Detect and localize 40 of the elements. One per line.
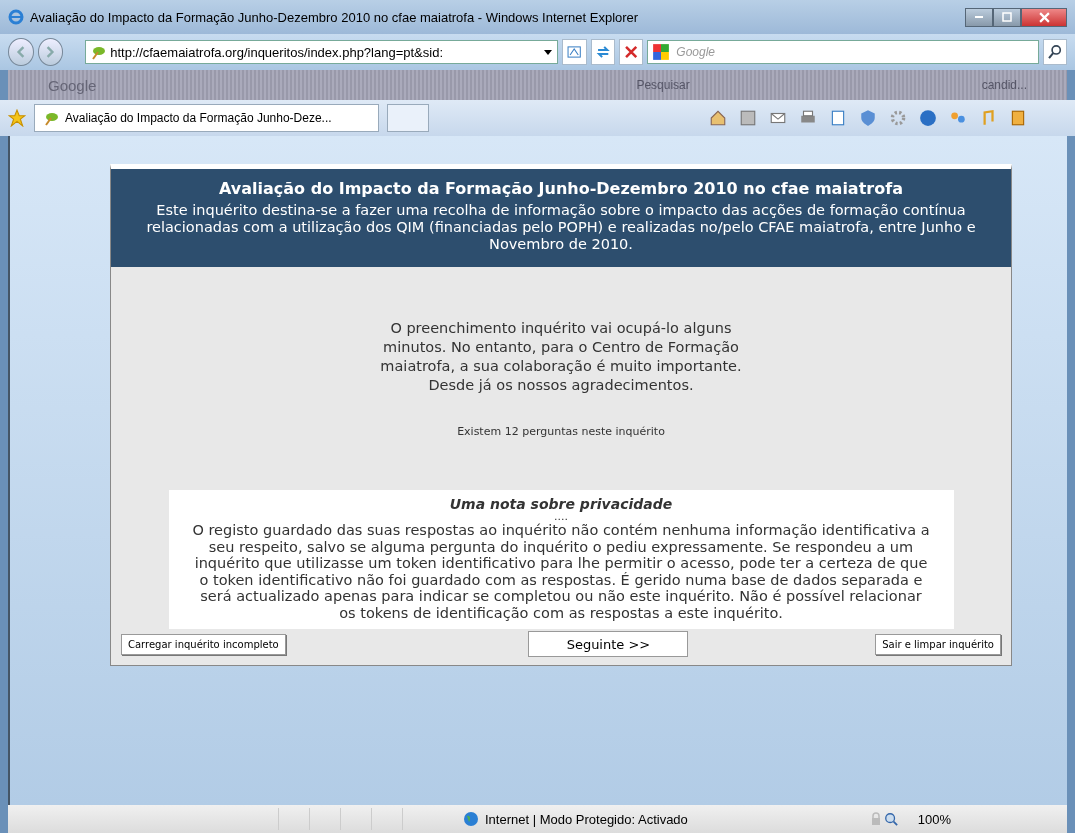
home-icon[interactable] — [709, 109, 727, 127]
shield-icon[interactable] — [859, 109, 877, 127]
form-button[interactable]: Sair e limpar inquérito — [875, 633, 1001, 655]
zoom-control[interactable]: 100% — [917, 811, 952, 827]
search-provider-icon — [652, 43, 671, 61]
security-zone: Internet | Modo Protegido: Activado — [485, 811, 688, 827]
survey-title: Avaliação do Impacto da Formação Junho-Dezembro 2010 no cfae maiatrofa — [218, 179, 904, 198]
leaf-icon — [90, 44, 107, 60]
star-icon[interactable] — [8, 109, 26, 127]
maximize-button[interactable] — [993, 7, 1021, 27]
leaf-icon — [43, 110, 59, 126]
minimize-icon — [975, 16, 983, 18]
browser-tab[interactable]: Avaliação do Impacto da Formação Junho-Deze... — [34, 104, 379, 132]
new-tab-button[interactable] — [387, 104, 429, 132]
maximize-icon — [1002, 12, 1012, 22]
page-icon[interactable] — [829, 109, 847, 127]
zoom-icon[interactable] — [883, 812, 898, 826]
forward-button[interactable] — [37, 38, 64, 66]
refresh-icon[interactable] — [590, 39, 615, 65]
stop-icon[interactable] — [618, 39, 644, 65]
survey-description: Este inquérito destina-se a fazer uma recolha de informação sobre o impacto das acções de formação contínua relacionadas com a utilização dos QIM (financiadas pelo POPH) e realizadas no/pelo CFAE maiatrofa, entre Junho e Novembro de 2010. — [145, 202, 977, 253]
question-count: Existem 12 perguntas neste inquérito — [456, 425, 666, 438]
welcome-text: O preenchimento inquérito vai ocupá-lo alguns minutos. No entanto, para o Centro de Formação maiatrofa, a sua colaboração é muito importante. Desde já os nossos agradecimentos. — [379, 319, 743, 395]
globe-icon — [463, 811, 479, 827]
back-button[interactable] — [8, 38, 34, 66]
privacy-title: Uma nota sobre privacidade — [448, 496, 674, 512]
form-button[interactable]: Carregar inquérito incompleto — [121, 633, 286, 655]
minimize-button[interactable] — [965, 7, 993, 27]
dropdown-caret-icon[interactable] — [543, 47, 554, 57]
browser-logo-icon — [8, 9, 24, 25]
window-title: Avaliação do Impacto da Formação Junho-Dezembro 2010 no cfae maiatrofa - Windows Internet Explorer — [30, 9, 640, 25]
next-button[interactable]: Seguinte >> — [528, 631, 689, 657]
compatibility-icon[interactable] — [562, 39, 587, 65]
close-icon — [1038, 11, 1050, 23]
search-icon[interactable] — [1042, 39, 1067, 65]
close-button[interactable] — [1021, 7, 1067, 27]
privacy-dots: .... — [553, 512, 569, 522]
gear-icon[interactable] — [889, 109, 907, 127]
privacy-text: O registo guardado das suas respostas ao inquérito não contém nenhuma informação identificativa a seu respeito, salvo se alguma pergunta do inquérito o pediu expressamente. Se respondeu a um inquérito que utilizasse um token identificativo para lhe permitir o acesso, pode ter a certeza de que o token identificativo não foi guardado com as respostas. É gerido numa base de dados separada e será actualizado apenas para indicar se completou ou não este inquérito. Não é possível relacionar os tokens de identificação com as respostas a este inquérito. — [191, 522, 931, 621]
address-field[interactable]: http://cfaemaiatrofa.org/inqueritos/index.php?lang=pt&sid: — [85, 40, 559, 64]
